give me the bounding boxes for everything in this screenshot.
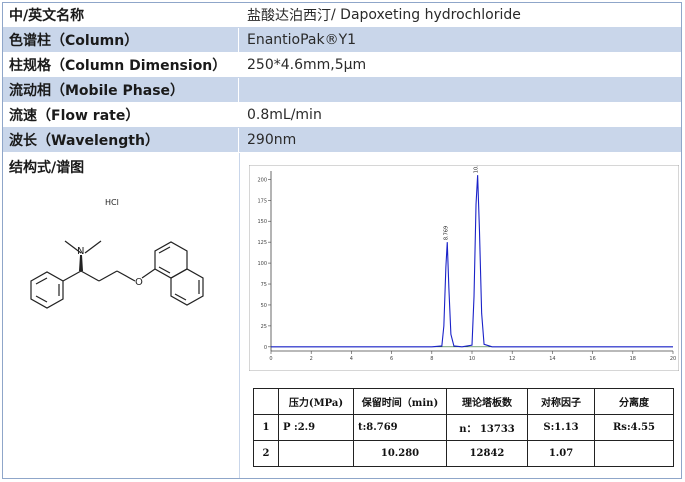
results-cell: n： 13733 bbox=[446, 414, 528, 441]
x-tick-label: 20 bbox=[670, 356, 676, 362]
results-cell bbox=[278, 440, 354, 467]
y-tick-label: 200 bbox=[257, 177, 267, 183]
row-mobile-phase-value bbox=[239, 78, 681, 102]
results-header bbox=[253, 388, 279, 415]
row-dimension: 柱规格（Column Dimension） 250*4.6mm,5μm bbox=[3, 53, 681, 78]
results-cell: Rs:4.55 bbox=[594, 414, 674, 441]
results-header-row: 压力(MPa) 保留时间（min) 理论塔板数 对称因子 分离度 bbox=[253, 388, 674, 415]
naphthalene-ring-a bbox=[154, 241, 188, 279]
peak-label: 10.280 bbox=[474, 165, 480, 173]
y-tick-label: 75 bbox=[261, 282, 267, 288]
row-wavelength: 波长（Wavelength） 290nm bbox=[3, 128, 681, 153]
row-column: 色谱柱（Column） EnantioPak®Y1 bbox=[3, 28, 681, 53]
results-cell: 1.07 bbox=[527, 440, 595, 467]
salt-label: HCl bbox=[105, 198, 119, 207]
x-tick-label: 14 bbox=[549, 356, 555, 362]
y-tick-label: 25 bbox=[261, 324, 267, 330]
y-tick-label: 0 bbox=[264, 345, 267, 351]
results-header: 压力(MPa) bbox=[278, 388, 354, 415]
divider bbox=[239, 153, 240, 478]
phenyl-ring bbox=[30, 271, 64, 309]
x-tick-label: 4 bbox=[350, 356, 353, 362]
row-flow-rate-value: 0.8mL/min bbox=[247, 107, 322, 123]
row-name: 中/英文名称 盐酸达泊西汀 / Dapoxeting hydrochloride bbox=[3, 3, 681, 28]
y-tick-label: 125 bbox=[257, 240, 267, 246]
nitrogen-atom: N bbox=[77, 246, 84, 257]
structure-label: 结构式/谱图 bbox=[9, 160, 85, 176]
row-column-value: EnantioPak®Y1 bbox=[247, 32, 357, 48]
row-dimension-value: 250*4.6mm,5μm bbox=[247, 57, 367, 73]
results-cell: 2 bbox=[253, 440, 279, 467]
results-cell: P :2.9 bbox=[278, 414, 354, 441]
row-wavelength-key: 波长（Wavelength） bbox=[3, 128, 239, 152]
x-tick-label: 16 bbox=[589, 356, 595, 362]
y-tick-label: 150 bbox=[257, 219, 267, 225]
row-name-value: 盐酸达泊西汀 / Dapoxeting hydrochloride bbox=[239, 3, 681, 27]
row-column-key: 色谱柱（Column） bbox=[3, 28, 239, 52]
x-tick-label: 6 bbox=[390, 356, 393, 362]
results-header: 理论塔板数 bbox=[446, 388, 528, 415]
row-mobile-phase: 流动相（Mobile Phase） bbox=[3, 78, 681, 103]
row-name-key: 中/英文名称 bbox=[3, 3, 239, 27]
results-table: 压力(MPa) 保留时间（min) 理论塔板数 对称因子 分离度 1 P :2.… bbox=[253, 388, 674, 467]
x-tick-label: 2 bbox=[310, 356, 313, 362]
x-tick-label: 8 bbox=[430, 356, 433, 362]
chart-frame bbox=[249, 165, 679, 371]
row-mobile-phase-key: 流动相（Mobile Phase） bbox=[3, 78, 239, 102]
results-header: 分离度 bbox=[594, 388, 674, 415]
data-sheet: 中/英文名称 盐酸达泊西汀 / Dapoxeting hydrochloride… bbox=[2, 2, 682, 479]
oxygen-atom: O bbox=[135, 277, 143, 288]
results-cell: 12842 bbox=[446, 440, 528, 467]
chromatogram-chart: 02550751001251501752000 2 4 6 8 10 12 14 16 18 20 … bbox=[249, 165, 679, 371]
results-row: 2 10.280 12842 1.07 bbox=[253, 440, 674, 467]
y-tick-label: 175 bbox=[257, 198, 267, 204]
row-dimension-key: 柱规格（Column Dimension） bbox=[3, 53, 239, 77]
results-header: 对称因子 bbox=[527, 388, 595, 415]
results-cell: S:1.13 bbox=[527, 414, 595, 441]
naphthalene-ring-b bbox=[170, 268, 204, 306]
results-cell: t:8.769 bbox=[353, 414, 447, 441]
x-tick-label: 10 bbox=[469, 356, 475, 362]
results-header: 保留时间（min) bbox=[353, 388, 447, 415]
row-wavelength-value: 290nm bbox=[247, 132, 297, 148]
results-cell: 1 bbox=[253, 414, 279, 441]
results-row: 1 P :2.9 t:8.769 n： 13733 S:1.13 Rs:4.55 bbox=[253, 414, 674, 441]
structure-chromatogram-area: 结构式/谱图 N O HCl 0 25 50 75 100 125 150 17… bbox=[3, 153, 681, 478]
peak-label: 8.769 bbox=[443, 226, 449, 240]
y-tick-label: 100 bbox=[257, 261, 267, 267]
x-tick-label: 0 bbox=[269, 356, 272, 362]
results-cell bbox=[594, 440, 674, 467]
x-tick-label: 12 bbox=[509, 356, 515, 362]
compound-name-en: / Dapoxeting hydrochloride bbox=[331, 7, 521, 23]
row-flow-rate: 流速（Flow rate） 0.8mL/min bbox=[3, 103, 681, 128]
x-tick-label: 18 bbox=[630, 356, 636, 362]
row-flow-rate-key: 流速（Flow rate） bbox=[3, 103, 239, 127]
y-tick-label: 50 bbox=[261, 303, 267, 309]
results-cell: 10.280 bbox=[353, 440, 447, 467]
chemical-structure: N O HCl bbox=[30, 198, 204, 309]
compound-name-cn: 盐酸达泊西汀 bbox=[247, 8, 331, 24]
